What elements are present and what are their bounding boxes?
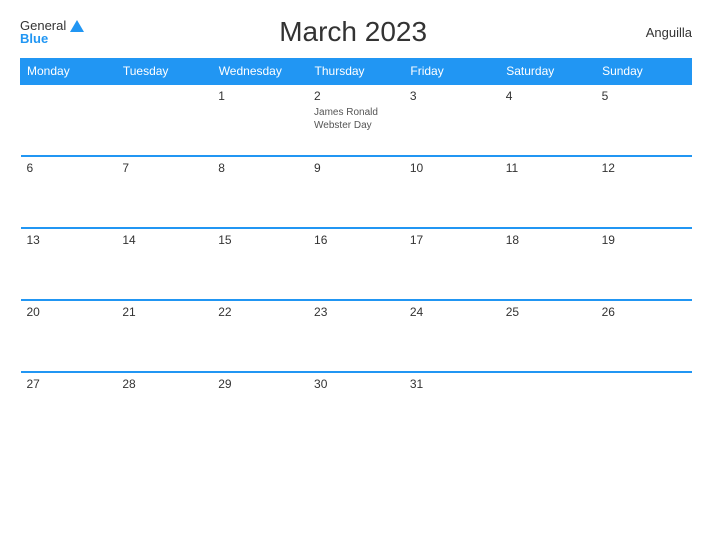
weekday-header-cell: Tuesday	[116, 59, 212, 85]
calendar-day-cell	[116, 84, 212, 156]
calendar-week-row: 12 James Ronald Webster Day 345	[21, 84, 692, 156]
calendar-day-cell: 29	[212, 372, 308, 444]
weekday-header-row: MondayTuesdayWednesdayThursdayFridaySatu…	[21, 59, 692, 85]
calendar-day-cell: 15	[212, 228, 308, 300]
day-number: 9	[314, 161, 398, 175]
weekday-header-cell: Friday	[404, 59, 500, 85]
calendar-day-cell: 13	[21, 228, 117, 300]
logo-triangle-icon	[70, 20, 84, 32]
calendar-title: March 2023	[84, 16, 622, 48]
day-number: 30	[314, 377, 398, 391]
day-number: 18	[506, 233, 590, 247]
calendar-day-cell: 31	[404, 372, 500, 444]
weekday-header-cell: Thursday	[308, 59, 404, 85]
day-number: 7	[122, 161, 206, 175]
calendar-day-cell: 20	[21, 300, 117, 372]
weekday-header-cell: Wednesday	[212, 59, 308, 85]
day-number: 29	[218, 377, 302, 391]
day-number: 27	[27, 377, 111, 391]
day-number: 24	[410, 305, 494, 319]
calendar-week-row: 13 14 15 16 17 18 19	[21, 228, 692, 300]
calendar-day-cell: 21	[116, 300, 212, 372]
day-number: 3	[410, 89, 494, 103]
calendar-day-cell: 7	[116, 156, 212, 228]
day-number: 11	[506, 161, 590, 175]
day-number: 2	[314, 89, 398, 103]
calendar-day-cell: 4	[500, 84, 596, 156]
day-number: 22	[218, 305, 302, 319]
day-number: 17	[410, 233, 494, 247]
calendar-day-cell: 18	[500, 228, 596, 300]
calendar-day-cell: 14	[116, 228, 212, 300]
calendar-day-cell: 16	[308, 228, 404, 300]
calendar-day-cell: 28	[116, 372, 212, 444]
calendar-day-cell: 6	[21, 156, 117, 228]
calendar-day-cell: 3	[404, 84, 500, 156]
calendar-day-cell: 2 James Ronald Webster Day	[308, 84, 404, 156]
weekday-header-cell: Monday	[21, 59, 117, 85]
day-number: 16	[314, 233, 398, 247]
day-number: 20	[27, 305, 111, 319]
logo: General Blue	[20, 19, 84, 45]
calendar-week-row: 20 21 22 23 24 25 26	[21, 300, 692, 372]
logo-blue-text: Blue	[20, 32, 48, 45]
day-number: 25	[506, 305, 590, 319]
calendar-day-cell	[21, 84, 117, 156]
calendar-day-cell: 25	[500, 300, 596, 372]
day-number: 23	[314, 305, 398, 319]
weekday-header-cell: Saturday	[500, 59, 596, 85]
day-number: 13	[27, 233, 111, 247]
calendar-day-cell: 19	[596, 228, 692, 300]
day-number: 10	[410, 161, 494, 175]
day-number: 19	[602, 233, 686, 247]
calendar-day-cell: 26	[596, 300, 692, 372]
calendar-day-cell: 10	[404, 156, 500, 228]
day-number: 21	[122, 305, 206, 319]
calendar-day-cell: 17	[404, 228, 500, 300]
calendar-day-cell: 27	[21, 372, 117, 444]
calendar-day-cell: 5	[596, 84, 692, 156]
day-number: 12	[602, 161, 686, 175]
calendar-grid: MondayTuesdayWednesdayThursdayFridaySatu…	[20, 58, 692, 444]
calendar-day-cell	[500, 372, 596, 444]
calendar-week-row: 6789 10 11 12	[21, 156, 692, 228]
calendar-day-cell: 24	[404, 300, 500, 372]
calendar-header: General Blue March 2023 Anguilla	[20, 16, 692, 48]
day-number: 4	[506, 89, 590, 103]
day-number: 8	[218, 161, 302, 175]
calendar-day-cell: 1	[212, 84, 308, 156]
country-label: Anguilla	[622, 25, 692, 40]
calendar-day-cell: 11	[500, 156, 596, 228]
day-number: 5	[602, 89, 686, 103]
calendar-week-row: 27 28 29 30 31	[21, 372, 692, 444]
day-number: 1	[218, 89, 302, 103]
day-number: 26	[602, 305, 686, 319]
calendar-day-cell: 22	[212, 300, 308, 372]
calendar-day-cell	[596, 372, 692, 444]
calendar-day-cell: 30	[308, 372, 404, 444]
calendar-day-cell: 9	[308, 156, 404, 228]
day-number: 14	[122, 233, 206, 247]
calendar-container: General Blue March 2023 Anguilla MondayT…	[0, 0, 712, 550]
calendar-day-cell: 12	[596, 156, 692, 228]
calendar-day-cell: 23	[308, 300, 404, 372]
calendar-day-cell: 8	[212, 156, 308, 228]
day-number: 31	[410, 377, 494, 391]
event-label: James Ronald Webster Day	[314, 106, 398, 132]
weekday-header-cell: Sunday	[596, 59, 692, 85]
day-number: 28	[122, 377, 206, 391]
day-number: 15	[218, 233, 302, 247]
day-number: 6	[27, 161, 111, 175]
